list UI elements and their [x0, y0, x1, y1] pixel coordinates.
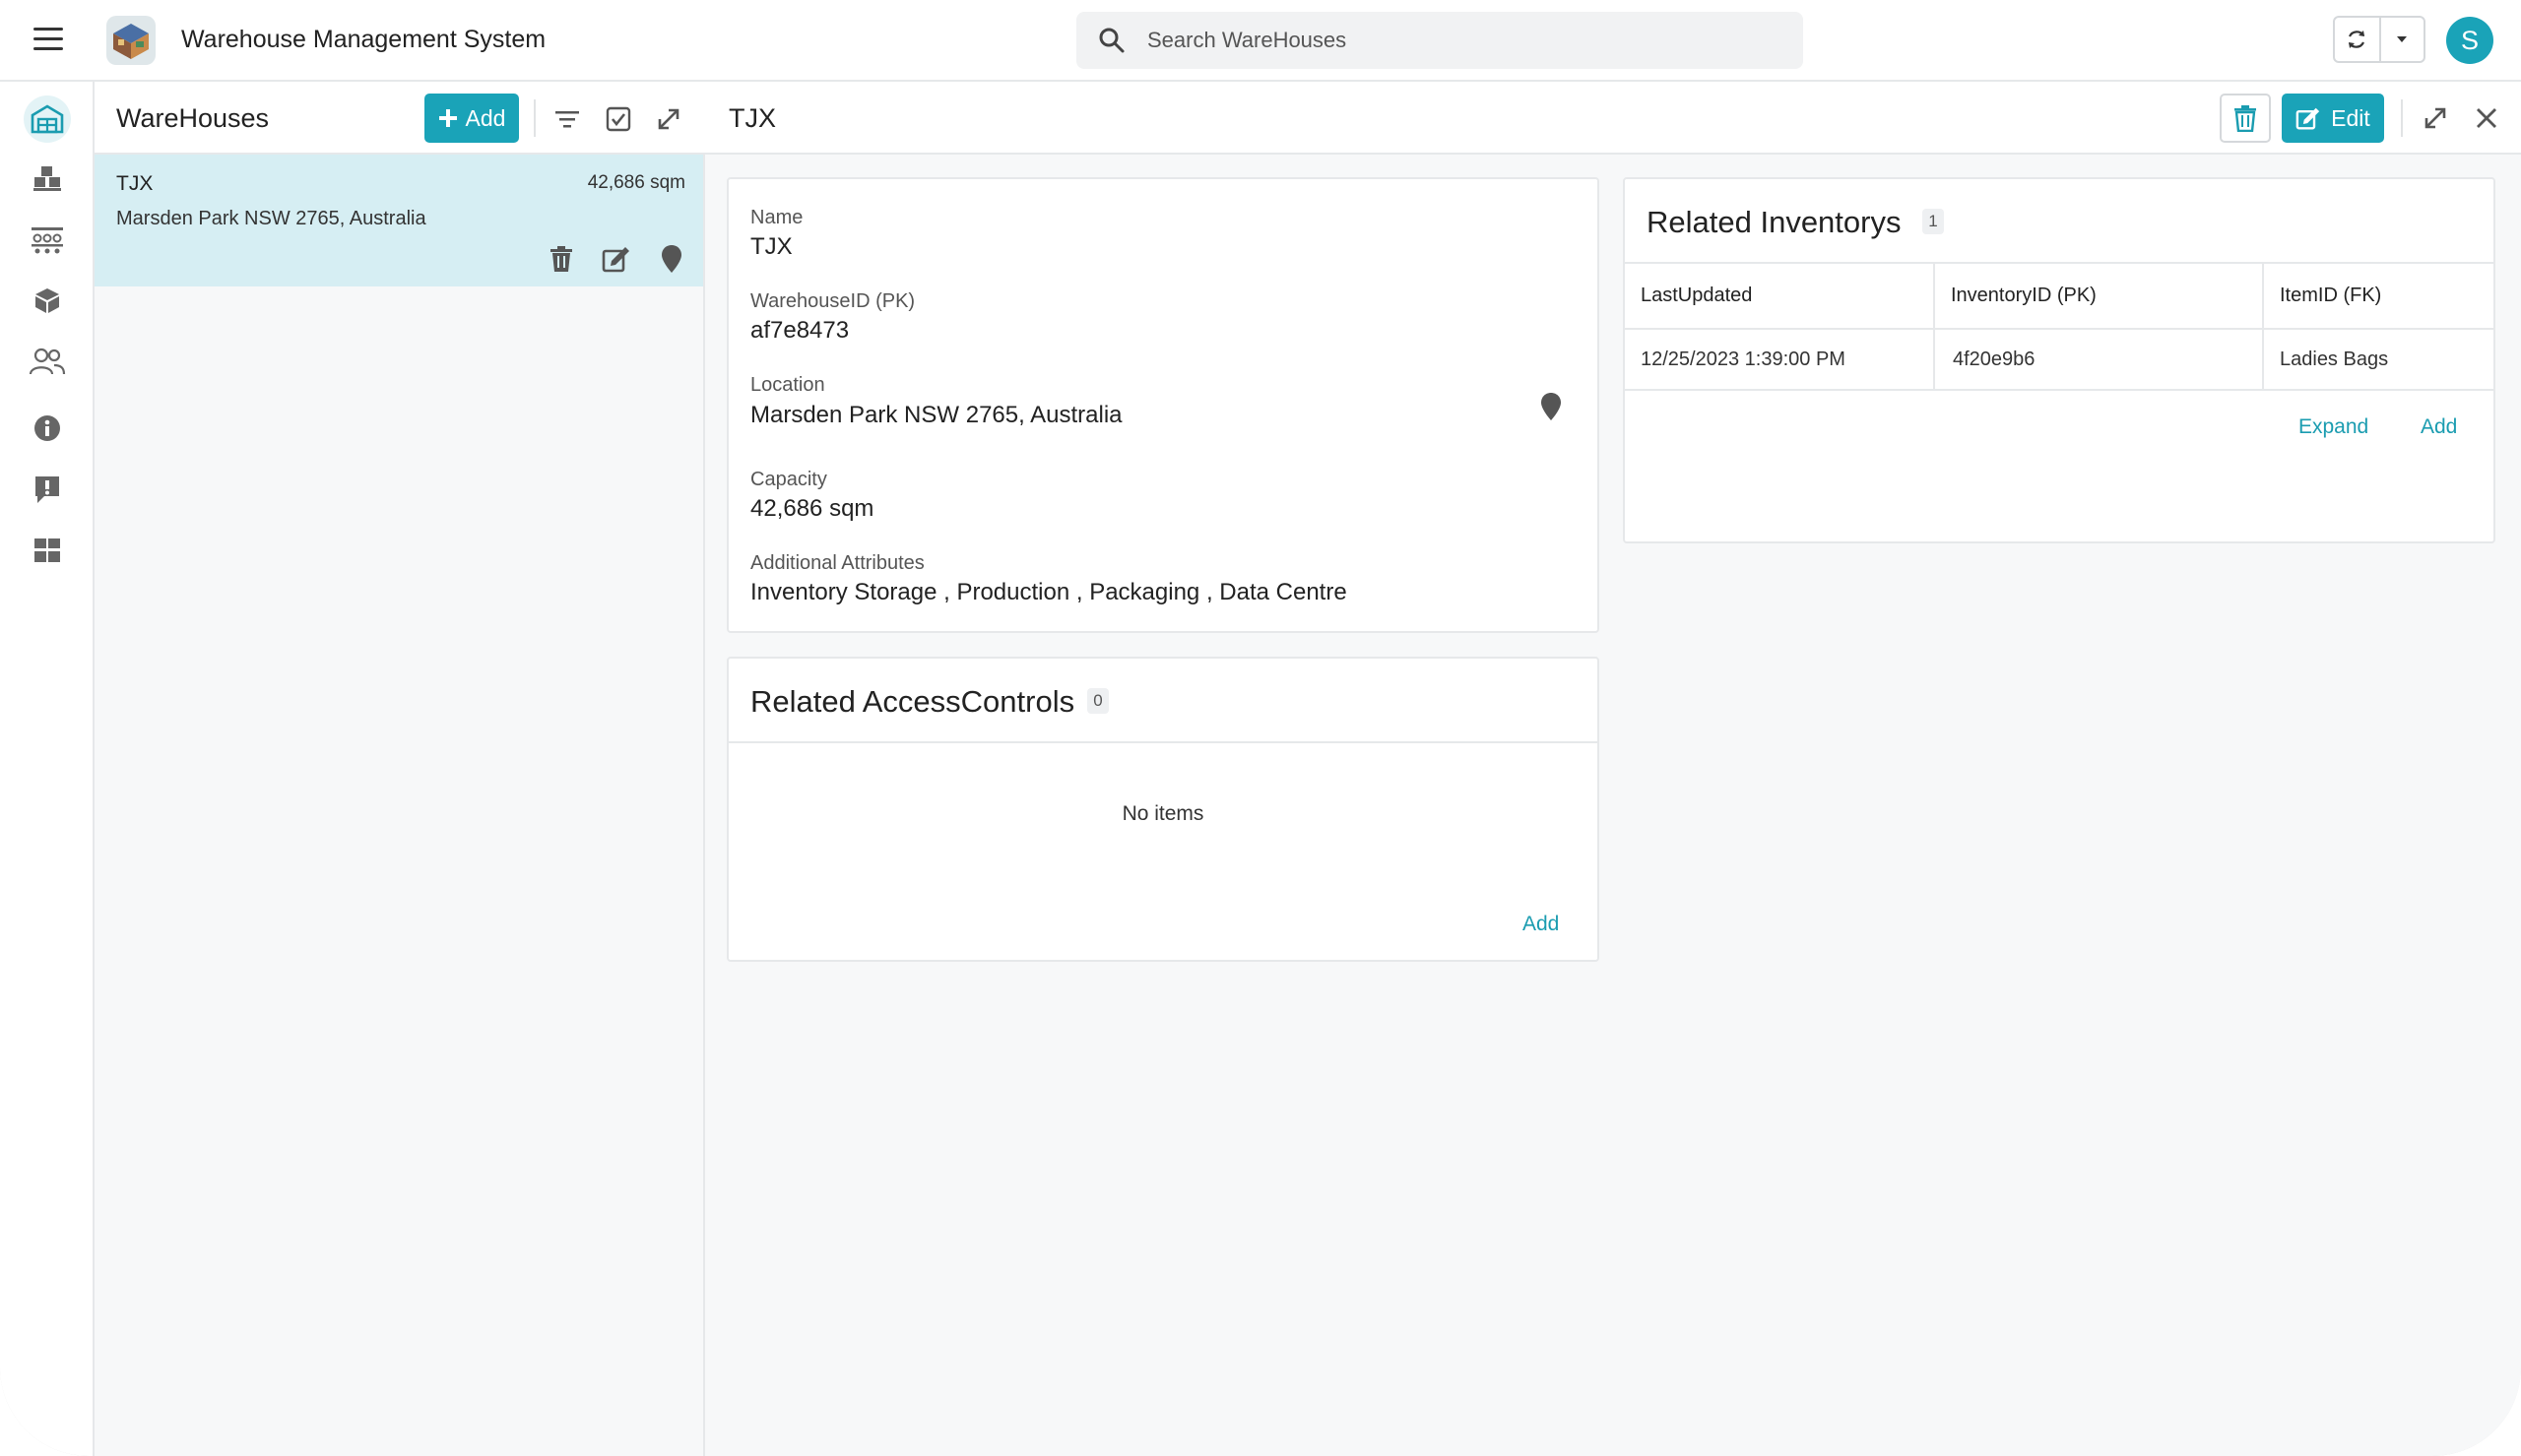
add-access-control-link[interactable]: Add	[1522, 913, 1559, 936]
warehouse-location: Marsden Park NSW 2765, Australia	[116, 208, 426, 229]
expand-inventorys-link[interactable]: Expand	[2298, 415, 2368, 439]
divider	[2401, 99, 2403, 137]
warehouse-name: TJX	[116, 172, 154, 195]
detail-header: TJX Edit	[705, 82, 2521, 155]
inventorys-table: LastUpdated InventoryID (PK) ItemID (FK)…	[1625, 264, 2493, 391]
location-label: Location	[750, 374, 825, 396]
user-avatar[interactable]: S	[2446, 17, 2493, 64]
column-header[interactable]: ItemID (FK)	[2263, 264, 2493, 330]
delete-record-button[interactable]	[2220, 94, 2271, 143]
attributes-value: Inventory Storage , Production , Packagi…	[750, 579, 1347, 605]
top-header: Warehouse Management System S	[0, 0, 2521, 82]
filter-button[interactable]	[549, 101, 585, 137]
fields-card: Name TJX WarehouseID (PK) af7e8473 Locat…	[727, 177, 1599, 633]
column-header[interactable]: InventoryID (PK)	[1934, 264, 2264, 330]
map-item-button[interactable]	[654, 241, 689, 277]
edit-icon	[602, 247, 629, 273]
nav-rail	[0, 82, 95, 1456]
close-detail-button[interactable]	[2468, 99, 2505, 137]
rail-users[interactable]	[24, 338, 71, 385]
list-item[interactable]: TJX 42,686 sqm Marsden Park NSW 2765, Au…	[95, 155, 703, 286]
table-header-row: LastUpdated InventoryID (PK) ItemID (FK)	[1625, 264, 2493, 330]
search-box[interactable]	[1076, 12, 1803, 69]
menu-icon[interactable]	[33, 28, 63, 53]
caret-down-icon	[2397, 36, 2408, 42]
trash-icon	[2234, 105, 2256, 132]
rail-info[interactable]	[24, 405, 71, 452]
pallets-icon	[33, 166, 61, 191]
alert-icon	[35, 476, 59, 503]
name-value: TJX	[750, 233, 793, 260]
box-icon	[35, 288, 59, 313]
app-title: Warehouse Management System	[181, 26, 547, 53]
empty-state-text: No items	[1122, 802, 1204, 825]
sync-dropdown[interactable]	[2381, 18, 2424, 61]
dashboard-icon	[34, 538, 60, 562]
sync-button-group	[2333, 16, 2425, 63]
search-icon	[1099, 28, 1125, 53]
rail-feedback[interactable]	[24, 466, 71, 513]
add-warehouse-button[interactable]: Add	[424, 94, 519, 143]
access-controls-card: Related AccessControls 0 No items Add	[727, 657, 1599, 962]
expand-icon	[2424, 107, 2446, 129]
detail-panel: TJX Edit Name TJX WarehouseID (PK) af7e8…	[705, 82, 2521, 1456]
name-label: Name	[750, 207, 804, 228]
capacity-label: Capacity	[750, 469, 827, 490]
warehouse-list-panel: WareHouses Add TJX 42,686 sqm Marsden Pa…	[95, 82, 705, 1456]
table-row[interactable]: 12/25/2023 1:39:00 PM 4f20e9b6 Ladies Ba…	[1625, 329, 2493, 391]
count-badge: 0	[1087, 688, 1109, 714]
edit-item-button[interactable]	[599, 241, 634, 277]
capacity-value: 42,686 sqm	[750, 495, 874, 522]
rail-pallets[interactable]	[24, 155, 71, 202]
table-cell: 4f20e9b6	[1934, 329, 2264, 391]
edit-icon	[2295, 107, 2320, 130]
attributes-label: Additional Attributes	[750, 552, 925, 574]
trash-icon	[550, 246, 572, 272]
warehouse-id-value: af7e8473	[750, 317, 850, 344]
expand-list-button[interactable]	[651, 101, 686, 137]
add-label: Add	[465, 104, 506, 131]
rail-warehouses[interactable]	[24, 95, 71, 143]
plus-icon	[438, 109, 457, 127]
edit-label: Edit	[2331, 104, 2370, 131]
rail-dashboard[interactable]	[24, 527, 71, 574]
users-icon	[29, 348, 66, 375]
close-icon	[2477, 108, 2496, 128]
warehouse-capacity: 42,686 sqm	[587, 172, 685, 193]
search-input[interactable]	[1147, 12, 1778, 69]
warehouse-icon	[31, 104, 64, 134]
column-header[interactable]: LastUpdated	[1625, 264, 1935, 330]
list-title: WareHouses	[116, 103, 270, 133]
rail-shelves[interactable]	[24, 216, 71, 263]
warehouse-id-label: WarehouseID (PK)	[750, 290, 916, 312]
divider	[534, 99, 536, 137]
divider	[729, 741, 1597, 743]
filter-icon	[555, 111, 579, 128]
expand-detail-button[interactable]	[2417, 99, 2454, 137]
detail-title: TJX	[729, 103, 777, 133]
count-badge: 1	[1922, 209, 1944, 234]
map-pin-icon	[662, 245, 681, 273]
access-controls-title: Related AccessControls	[750, 684, 1075, 719]
add-inventory-link[interactable]: Add	[2421, 415, 2457, 439]
select-button[interactable]	[601, 101, 636, 137]
list-header: WareHouses Add	[95, 82, 705, 155]
sync-button[interactable]	[2335, 18, 2381, 61]
inventorys-card: Related Inventorys 1 LastUpdated Invento…	[1623, 177, 2495, 543]
expand-icon	[658, 108, 679, 130]
refresh-icon	[2349, 31, 2365, 48]
checkbox-icon	[606, 106, 631, 132]
location-value: Marsden Park NSW 2765, Australia	[750, 402, 1123, 428]
inventorys-title: Related Inventorys	[1647, 205, 1902, 239]
shelves-icon	[32, 227, 63, 254]
edit-record-button[interactable]: Edit	[2282, 94, 2384, 143]
table-cell: 12/25/2023 1:39:00 PM	[1625, 329, 1935, 391]
app-logo	[106, 16, 156, 65]
map-pin-icon[interactable]	[1540, 392, 1562, 421]
delete-item-button[interactable]	[544, 241, 579, 277]
app-window: Warehouse Management System Search WareH…	[0, 0, 2521, 1456]
table-cell: Ladies Bags	[2263, 329, 2493, 391]
rail-items[interactable]	[24, 277, 71, 324]
info-icon	[34, 415, 60, 441]
